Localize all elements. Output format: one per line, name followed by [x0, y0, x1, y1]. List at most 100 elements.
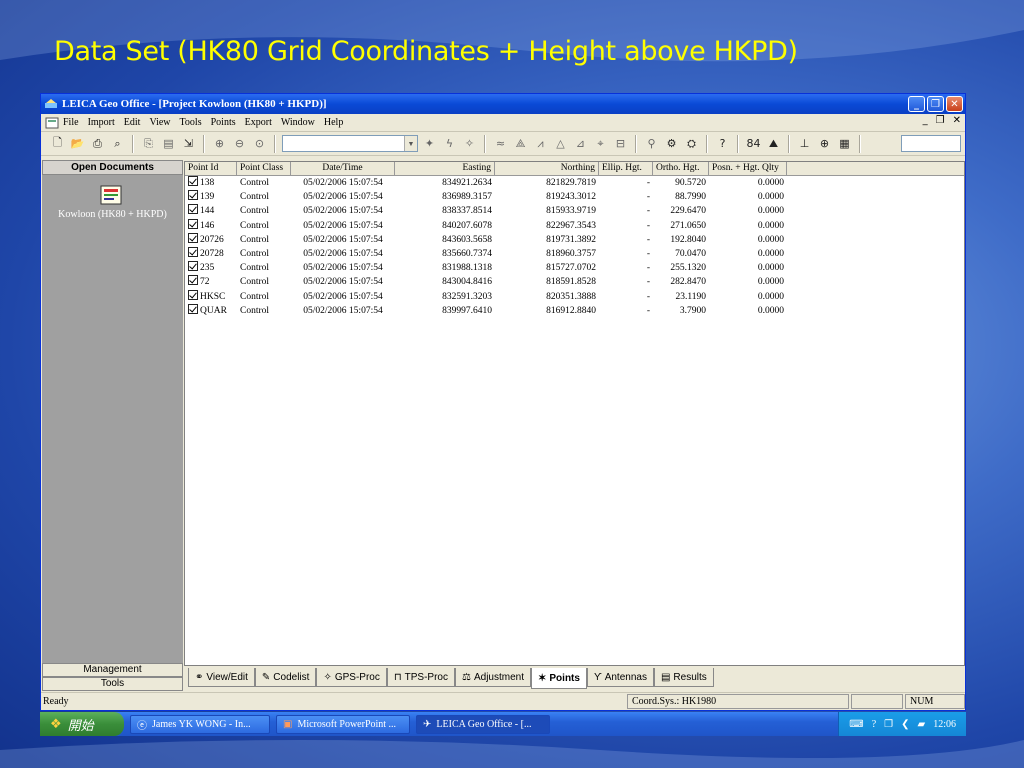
- close-button[interactable]: ✕: [946, 96, 963, 112]
- tab-view-edit[interactable]: ⚭ View/Edit: [188, 668, 255, 687]
- tab-gps-proc[interactable]: ✧ GPS-Proc: [316, 668, 387, 687]
- menu-points[interactable]: Points: [211, 117, 236, 128]
- zoom-in-icon[interactable]: ⊕: [211, 135, 228, 152]
- minimize-button[interactable]: _: [908, 96, 925, 112]
- tab-codelist[interactable]: ✎ Codelist: [254, 668, 317, 687]
- tab-adjustment[interactable]: ⚖ Adjustment: [455, 668, 531, 687]
- globe-icon[interactable]: ⊕: [816, 135, 833, 152]
- signal-icon[interactable]: ⚲: [643, 135, 660, 152]
- row-checkbox[interactable]: [188, 289, 198, 300]
- process-icon[interactable]: ⚙: [663, 135, 680, 152]
- antenna-icon[interactable]: ϟ: [441, 135, 458, 152]
- coordinate-system-icon[interactable]: ⛰: [765, 135, 782, 152]
- menu-export[interactable]: Export: [245, 117, 272, 128]
- wave-icon[interactable]: ≈: [492, 135, 509, 152]
- menu-tools[interactable]: Tools: [180, 117, 202, 128]
- zoom-out-icon[interactable]: ⊖: [231, 135, 248, 152]
- help-icon[interactable]: ?: [714, 135, 731, 152]
- compute-icon[interactable]: ⛭: [683, 135, 700, 152]
- satellite-icon[interactable]: ✧: [461, 135, 478, 152]
- table-row[interactable]: QUAR Control 05/02/2006 15:07:54 839997.641…: [185, 303, 964, 318]
- row-checkbox[interactable]: [188, 275, 198, 286]
- toolbar-field[interactable]: [901, 135, 961, 152]
- task-leica-geo-office[interactable]: ✈ LEICA Geo Office - [...: [416, 714, 550, 734]
- table-row[interactable]: 235 Control 05/02/2006 15:07:54 831988.1318…: [185, 261, 964, 275]
- menu-import[interactable]: Import: [88, 117, 115, 128]
- column-header[interactable]: Ellip. Hgt.: [599, 162, 653, 175]
- table-row[interactable]: 20726 Control 05/02/2006 15:07:54 843603.56…: [185, 232, 964, 247]
- tools-tab[interactable]: Tools: [42, 677, 183, 691]
- column-header[interactable]: Date/Time: [291, 162, 395, 175]
- menu-help[interactable]: Help: [324, 117, 343, 128]
- network-icon[interactable]: ▰: [918, 719, 926, 730]
- help-icon[interactable]: ?: [872, 719, 876, 730]
- row-checkbox[interactable]: [188, 232, 198, 243]
- grid-icon[interactable]: ▦: [836, 135, 853, 152]
- column-header[interactable]: Northing: [495, 162, 599, 175]
- new-file-icon[interactable]: 🗋: [49, 135, 66, 152]
- view-select[interactable]: ▼: [282, 135, 418, 152]
- column-header[interactable]: Point Id: [185, 162, 237, 175]
- row-checkbox[interactable]: [188, 303, 198, 314]
- project-document-icon[interactable]: [98, 184, 124, 206]
- mdi-minimize-button[interactable]: _: [923, 115, 928, 126]
- table-cell: 0.0000: [757, 192, 784, 203]
- survey-icon[interactable]: ⟁: [512, 135, 529, 152]
- input-method-icon[interactable]: ❐: [884, 719, 893, 730]
- mdi-close-button[interactable]: ✕: [953, 115, 961, 126]
- project-document-label[interactable]: Kowloon (HK80 + HKPD): [42, 209, 183, 220]
- table-row[interactable]: 139 Control 05/02/2006 15:07:54 836989.3157…: [185, 190, 964, 204]
- level-icon[interactable]: ⊿: [572, 135, 589, 152]
- start-button[interactable]: ❖ 開始: [40, 712, 124, 736]
- column-header[interactable]: Point Class: [237, 162, 291, 175]
- row-checkbox[interactable]: [188, 190, 198, 201]
- gps-icon[interactable]: ⌖: [592, 135, 609, 152]
- table-cell: 90.5720: [675, 178, 706, 189]
- table-row[interactable]: 138 Control 05/02/2006 15:07:54 834921.2634…: [185, 176, 964, 190]
- task-internet-explorer[interactable]: ⓔ James YK WONG - In...: [130, 714, 270, 734]
- menu-file[interactable]: File: [63, 117, 79, 128]
- menu-view[interactable]: View: [149, 117, 170, 128]
- column-header[interactable]: Posn. + Hgt. Qlty: [709, 162, 787, 175]
- tab-tps-proc[interactable]: ⊓ TPS-Proc: [386, 668, 455, 687]
- table-row[interactable]: 72 Control 05/02/2006 15:07:54 843004.8416 8…: [185, 275, 964, 289]
- paste-icon[interactable]: ▤: [160, 135, 177, 152]
- restore-button[interactable]: ❐: [927, 96, 944, 112]
- axis-icon[interactable]: ⊥: [796, 135, 813, 152]
- row-checkbox[interactable]: [188, 218, 198, 229]
- row-checkbox[interactable]: [188, 247, 198, 258]
- row-checkbox[interactable]: [188, 204, 198, 215]
- open-folder-icon[interactable]: 📂: [69, 135, 86, 152]
- column-header[interactable]: Ortho. Hgt.: [653, 162, 709, 175]
- document-system-icon[interactable]: [45, 117, 59, 129]
- table-row[interactable]: 20728 Control 05/02/2006 15:07:54 835660.73…: [185, 247, 964, 261]
- tray-expand-icon[interactable]: ❮: [901, 719, 909, 730]
- row-checkbox[interactable]: [188, 261, 198, 272]
- menu-window[interactable]: Window: [281, 117, 315, 128]
- task-powerpoint[interactable]: ▣ Microsoft PowerPoint ...: [276, 714, 410, 734]
- menu-edit[interactable]: Edit: [124, 117, 141, 128]
- import-icon[interactable]: ⇲: [180, 135, 197, 152]
- table-row[interactable]: 146 Control 05/02/2006 15:07:54 840207.6078…: [185, 218, 964, 233]
- print-icon[interactable]: ⎙: [89, 135, 106, 152]
- target-icon[interactable]: ✦: [421, 135, 438, 152]
- zoom-fit-icon[interactable]: ⊙: [251, 135, 268, 152]
- tab-points[interactable]: ✶ Points: [531, 668, 587, 689]
- table-row[interactable]: HKSC Control 05/02/2006 15:07:54 832591.320…: [185, 289, 964, 304]
- copy-icon[interactable]: ⎘: [140, 135, 157, 152]
- keyboard-icon[interactable]: ⌨: [849, 719, 863, 730]
- table-icon[interactable]: ⊟: [612, 135, 629, 152]
- row-checkbox[interactable]: [188, 176, 198, 187]
- mdi-restore-button[interactable]: ❐: [936, 115, 945, 126]
- column-header[interactable]: Easting: [395, 162, 495, 175]
- tab-antennas[interactable]: ϒ Antennas: [586, 668, 654, 687]
- point-id: 20728: [200, 249, 224, 260]
- table-row[interactable]: 144 Control 05/02/2006 15:07:54 838337.8514…: [185, 204, 964, 218]
- tab-results[interactable]: ▤ Results: [653, 668, 714, 687]
- point-id: 235: [200, 263, 215, 274]
- triangle-icon[interactable]: △: [552, 135, 569, 152]
- management-tab[interactable]: Management: [42, 663, 183, 677]
- tripod-icon[interactable]: ⩘: [532, 135, 549, 152]
- window-titlebar[interactable]: LEICA Geo Office - [Project Kowloon (HK8…: [41, 94, 965, 114]
- print-preview-icon[interactable]: ⌕: [109, 135, 126, 152]
